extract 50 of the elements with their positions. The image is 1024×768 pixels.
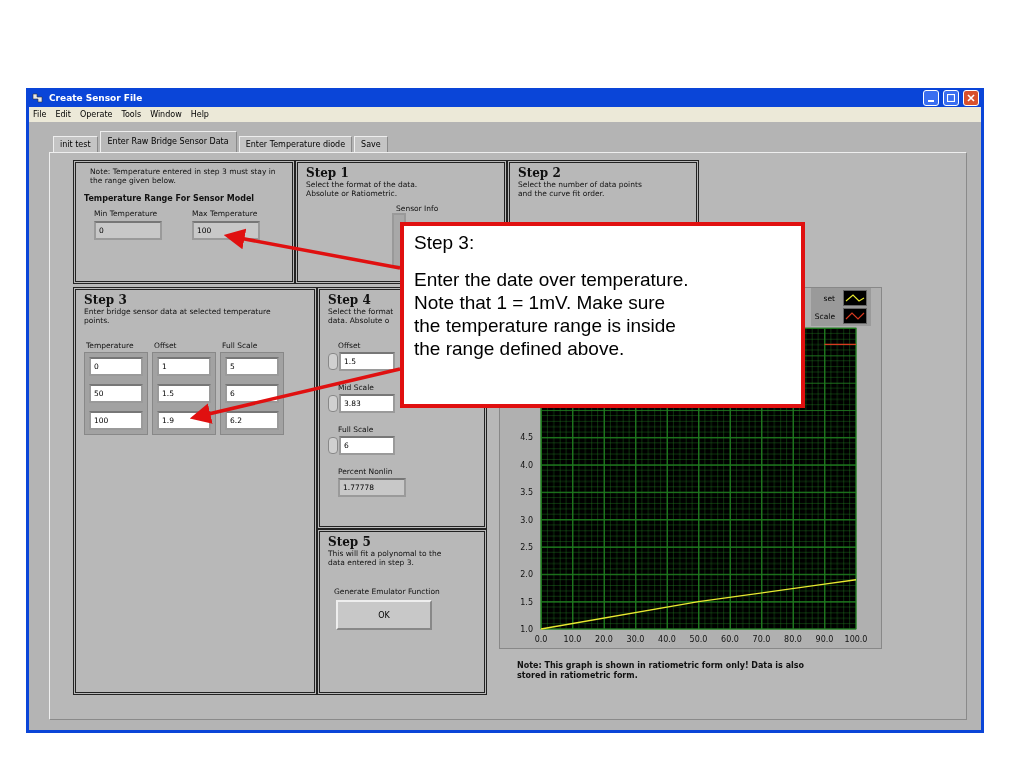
x-tick-label: 0.0	[534, 635, 548, 644]
step-title: Step 4	[328, 294, 371, 307]
tab[interactable]: Save	[354, 136, 388, 152]
step-title: Step 3	[84, 294, 127, 307]
y-tick-label: 1.5	[520, 597, 533, 607]
menu-item[interactable]: File	[33, 110, 47, 119]
x-tick-label: 20.0	[595, 635, 613, 644]
minimize-button[interactable]	[923, 89, 939, 106]
line-swatch-icon	[843, 308, 867, 324]
line-swatch-icon	[843, 290, 867, 306]
x-tick-label: 60.0	[721, 635, 739, 644]
minimize-icon	[928, 99, 934, 102]
x-tick-label: 40.0	[658, 635, 676, 644]
x-tick-label: 10.0	[563, 635, 582, 644]
series-line	[823, 343, 857, 346]
y-tick-label: 3.0	[520, 515, 533, 525]
tab[interactable]: Enter Temperature diode	[238, 136, 353, 152]
y-tick-label: 3.5	[520, 488, 533, 498]
x-tick-label: 100.0	[844, 635, 868, 644]
x-tick-label: 90.0	[815, 635, 834, 644]
y-tick-label: 2.5	[520, 542, 533, 552]
step-title: Step 2	[518, 167, 561, 180]
x-tick-label: 70.0	[752, 635, 771, 644]
y-tick-label: 1.0	[520, 625, 533, 634]
tab[interactable]: Enter Raw Bridge Sensor Data	[99, 131, 237, 152]
window-title: Create Sensor File	[49, 92, 144, 103]
tab[interactable]: init test	[53, 136, 98, 152]
close-icon	[967, 93, 975, 102]
menu-item[interactable]: Window	[150, 110, 182, 119]
y-tick-label: 2.0	[520, 570, 533, 580]
maximize-button[interactable]	[943, 89, 959, 106]
graph-note: Note: This graph is shown in ratiometric form only! Data is also stored in ratiometric form.	[517, 661, 806, 681]
menu-item[interactable]: Edit	[55, 110, 71, 119]
menu-item[interactable]: Operate	[79, 110, 113, 119]
ok-button[interactable]: OK	[336, 600, 432, 630]
step-title: Step 5	[328, 536, 371, 549]
x-tick-label: 80.0	[784, 635, 802, 644]
section-heading: Temperature Range For Sensor Model	[84, 194, 255, 203]
y-tick-label: 4.0	[520, 460, 533, 470]
y-tick-label: 4.5	[520, 433, 533, 443]
x-tick-label: 30.0	[626, 635, 645, 644]
menu-item[interactable]: Help	[190, 110, 209, 119]
x-tick-label: 50.0	[689, 635, 708, 644]
maximize-icon	[947, 93, 955, 102]
step-title: Step 1	[306, 167, 349, 180]
app-logo-icon	[31, 90, 45, 105]
callout-title: Step 3:	[414, 232, 476, 254]
menu-item[interactable]: Tools	[121, 110, 142, 119]
callout-text: Enter the date over temperature. Note that 1 = 1mV. Make sure the temperature range is inside the range defined above.	[414, 268, 690, 360]
close-button[interactable]	[963, 89, 979, 106]
